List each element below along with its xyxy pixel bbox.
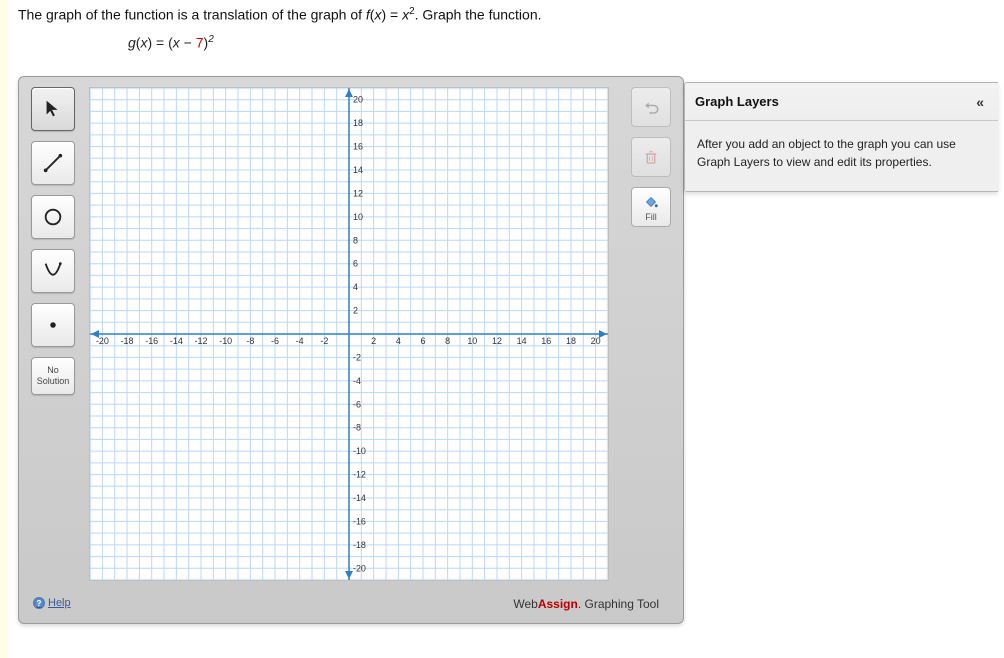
svg-text:16: 16	[541, 336, 551, 346]
fill-label: Fill	[645, 212, 657, 222]
svg-text:-18: -18	[121, 336, 134, 346]
svg-text:-16: -16	[145, 336, 158, 346]
trash-icon	[642, 148, 660, 166]
svg-text:8: 8	[445, 336, 450, 346]
undo-button[interactable]	[631, 87, 671, 127]
svg-text:-6: -6	[271, 336, 279, 346]
collapse-panel-button[interactable]: «	[972, 92, 988, 112]
question-equation: g(x) = (x − 7)2	[128, 34, 214, 51]
svg-text:-8: -8	[353, 423, 361, 433]
no-solution-label-2: Solution	[37, 376, 70, 387]
svg-text:20: 20	[591, 336, 601, 346]
svg-text:-14: -14	[170, 336, 183, 346]
svg-text:-14: -14	[353, 493, 366, 503]
graph-layers-body: After you add an object to the graph you…	[685, 121, 998, 191]
circle-icon	[42, 206, 64, 228]
svg-text:14: 14	[353, 165, 363, 175]
svg-text:2: 2	[353, 306, 358, 316]
point-icon	[42, 314, 64, 336]
svg-text:2: 2	[371, 336, 376, 346]
undo-icon	[642, 98, 660, 116]
graph-layers-panel: Graph Layers « After you add an object t…	[684, 82, 998, 192]
pointer-tool-button[interactable]	[31, 87, 75, 131]
svg-text:4: 4	[396, 336, 401, 346]
svg-text:-16: -16	[353, 516, 366, 526]
parabola-tool-button[interactable]	[31, 249, 75, 293]
help-label: Help	[48, 597, 71, 609]
no-solution-button[interactable]: No Solution	[31, 357, 75, 395]
svg-text:-12: -12	[195, 336, 208, 346]
svg-text:-4: -4	[353, 376, 361, 386]
svg-text:18: 18	[353, 118, 363, 128]
help-icon: ?	[33, 597, 45, 609]
svg-text:16: 16	[353, 142, 363, 152]
delete-button[interactable]	[631, 137, 671, 177]
parabola-icon	[42, 260, 64, 282]
graphing-tool-frame: No Solution -20 -18 -16 -14 -12 -10 -8 -6 -4 -2 2 4…	[18, 76, 684, 624]
svg-text:12: 12	[353, 188, 363, 198]
svg-text:12: 12	[492, 336, 502, 346]
line-icon	[42, 152, 64, 174]
svg-text:-4: -4	[296, 336, 304, 346]
fill-button[interactable]: Fill	[631, 187, 671, 227]
svg-text:-10: -10	[219, 336, 232, 346]
no-solution-label-1: No	[47, 365, 59, 376]
svg-text:4: 4	[353, 282, 358, 292]
svg-text:-2: -2	[320, 336, 328, 346]
svg-text:18: 18	[566, 336, 576, 346]
svg-text:-18: -18	[353, 540, 366, 550]
pointer-icon	[42, 98, 64, 120]
svg-text:-6: -6	[353, 399, 361, 409]
svg-text:8: 8	[353, 235, 358, 245]
svg-text:10: 10	[353, 212, 363, 222]
circle-tool-button[interactable]	[31, 195, 75, 239]
svg-text:14: 14	[517, 336, 527, 346]
svg-text:-2: -2	[353, 352, 361, 362]
svg-text:-10: -10	[353, 446, 366, 456]
svg-text:-12: -12	[353, 470, 366, 480]
svg-text:-8: -8	[246, 336, 254, 346]
svg-text:10: 10	[467, 336, 477, 346]
right-toolbar: Fill	[629, 87, 673, 227]
line-tool-button[interactable]	[31, 141, 75, 185]
svg-text:6: 6	[420, 336, 425, 346]
help-link[interactable]: ? Help	[33, 597, 71, 609]
svg-text:-20: -20	[96, 336, 109, 346]
left-toolbar: No Solution	[29, 87, 77, 395]
fill-icon	[642, 193, 660, 211]
svg-text:6: 6	[353, 259, 358, 269]
graph-canvas[interactable]: -20 -18 -16 -14 -12 -10 -8 -6 -4 -2 2 4 6 8 10 12 14 16 18…	[89, 87, 609, 581]
graph-layers-title: Graph Layers	[695, 94, 779, 109]
svg-text:-20: -20	[353, 563, 366, 573]
point-tool-button[interactable]	[31, 303, 75, 347]
question-prompt: The graph of the function is a translati…	[18, 6, 542, 23]
brand-label: WebAssign. Graphing Tool	[513, 597, 659, 611]
svg-text:20: 20	[353, 95, 363, 105]
